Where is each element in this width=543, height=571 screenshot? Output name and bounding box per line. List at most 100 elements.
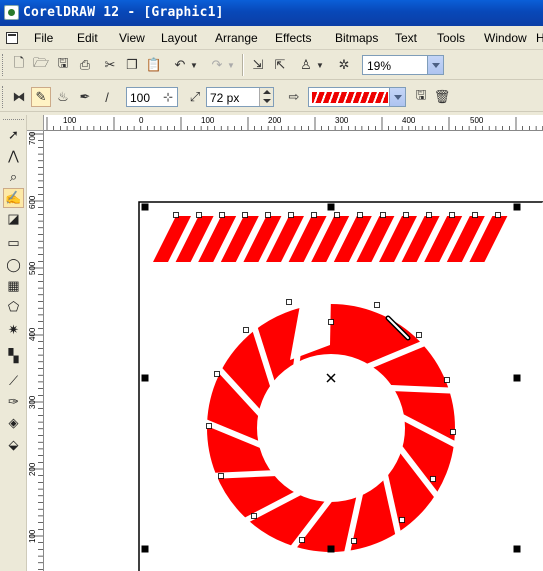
export-icon[interactable]: ⇱ xyxy=(270,55,290,75)
menu-file[interactable]: File xyxy=(34,31,53,45)
delete-stroke-icon[interactable]: 🗑 xyxy=(432,87,452,107)
cut-icon[interactable]: ✂ xyxy=(100,55,120,75)
ruler-label: 400 xyxy=(402,116,416,125)
rectangle-tool-icon[interactable]: ▭ xyxy=(3,233,24,253)
toolbox-grip[interactable] xyxy=(3,119,24,123)
path-node xyxy=(449,212,455,218)
redo-icon[interactable]: ↷ xyxy=(207,55,227,75)
selection-handle xyxy=(327,203,335,211)
ruler-label: 100 xyxy=(63,116,77,125)
selection-handle xyxy=(141,374,149,382)
save-icon[interactable]: 🖫 xyxy=(53,55,73,75)
interactive-fill-tool-icon[interactable]: ⬙ xyxy=(3,435,24,455)
preset-mode-icon[interactable]: ⧓ xyxy=(9,87,29,107)
save-stroke-icon[interactable]: 🖫 xyxy=(411,87,431,107)
menu-arrange[interactable]: Arrange xyxy=(215,31,258,45)
path-node xyxy=(242,212,248,218)
launcher-icon[interactable]: ♙ xyxy=(296,55,316,75)
rotation-center-marker[interactable] xyxy=(326,373,336,383)
title-bar: CorelDRAW 12 - [Graphic1] xyxy=(0,0,543,26)
ruler-label: 100 xyxy=(28,529,37,543)
launcher-dropdown-icon[interactable]: ▼ xyxy=(314,55,326,75)
calligraphic-mode-icon[interactable]: ✒ xyxy=(75,87,95,107)
ruler-label: 300 xyxy=(335,116,349,125)
menu-edit[interactable]: Edit xyxy=(77,31,98,45)
open-icon[interactable]: 🗁 xyxy=(31,55,51,75)
outline-tool-icon[interactable]: ✑ xyxy=(3,392,24,412)
document-icon[interactable] xyxy=(6,32,18,44)
path-node xyxy=(334,212,340,218)
pressure-mode-icon[interactable]: / xyxy=(97,87,117,107)
menu-bitmaps[interactable]: Bitmaps xyxy=(335,31,378,45)
stroke-width-field[interactable]: 72 px xyxy=(206,87,274,107)
ruler-label: 500 xyxy=(28,261,37,275)
basic-shapes-tool-icon[interactable]: ⬠ xyxy=(3,297,24,317)
path-node xyxy=(430,476,436,482)
undo-icon[interactable]: ↶ xyxy=(170,55,190,75)
brush-mode-icon[interactable]: ✎ xyxy=(31,87,51,107)
toolbar-grip[interactable] xyxy=(2,54,5,76)
standard-toolbar: 🗋 🗁 🖫 ⎙ ✂ ❐ 📋 ↶ ▼ ↷ ▼ ⇲ ⇱ ♙ ▼ ✲ 19% xyxy=(0,50,543,80)
path-node xyxy=(286,299,292,305)
graph-paper-tool-icon[interactable]: ▦ xyxy=(3,276,24,296)
ruler-origin[interactable] xyxy=(27,115,44,131)
copy-icon[interactable]: ❐ xyxy=(122,55,142,75)
ellipse-tool-icon[interactable]: ◯ xyxy=(3,255,24,275)
drawing-canvas[interactable] xyxy=(44,131,543,571)
browse-icon[interactable]: ⇨ xyxy=(284,87,304,107)
drawing-surface xyxy=(138,201,543,571)
stroke-width-icon[interactable]: ⤢ xyxy=(185,87,205,107)
smart-fill-tool-icon[interactable]: ◪ xyxy=(3,209,24,229)
zoom-tool-icon[interactable]: ⌕ xyxy=(3,167,24,187)
new-icon[interactable]: 🗋 xyxy=(9,55,29,75)
path-node xyxy=(328,319,334,325)
smoothness-slider-icon[interactable]: ⊹ xyxy=(160,88,176,106)
path-node xyxy=(265,212,271,218)
selection-handle xyxy=(141,545,149,553)
interactive-blend-tool-icon[interactable]: ▚ xyxy=(3,346,24,366)
stroke-width-spinner[interactable] xyxy=(259,88,273,106)
options-icon[interactable]: ✲ xyxy=(334,55,354,75)
zoom-level-select[interactable]: 19% xyxy=(362,55,444,75)
chevron-down-icon[interactable] xyxy=(389,88,405,106)
artistic-media-tool-icon[interactable]: ✍ xyxy=(3,188,24,208)
path-node xyxy=(219,212,225,218)
path-node xyxy=(218,473,224,479)
path-node xyxy=(450,429,456,435)
separator xyxy=(242,54,244,76)
chevron-down-icon[interactable] xyxy=(427,56,443,74)
brush-stroke-list[interactable] xyxy=(308,87,406,107)
fill-tool-icon[interactable]: ◈ xyxy=(3,413,24,433)
ruler-label: 0 xyxy=(139,116,144,125)
menu-view[interactable]: View xyxy=(119,31,145,45)
path-node xyxy=(206,423,212,429)
menu-effects[interactable]: Effects xyxy=(275,31,311,45)
menu-help[interactable]: H xyxy=(536,31,543,45)
vertical-ruler[interactable]: 700 600 500 400 300 200 100 xyxy=(27,131,44,571)
stripe-band[interactable] xyxy=(153,216,508,262)
path-node xyxy=(196,212,202,218)
shape-tool-icon[interactable]: ⋀ xyxy=(3,146,24,166)
smoothness-value: 100 xyxy=(130,91,151,105)
window-title: CorelDRAW 12 - [Graphic1] xyxy=(23,5,224,20)
print-icon[interactable]: ⎙ xyxy=(75,55,95,75)
undo-dropdown-icon[interactable]: ▼ xyxy=(188,55,200,75)
pick-tool-icon[interactable]: ➚ xyxy=(3,125,24,145)
toolbox: ➚ ⋀ ⌕ ✍ ◪ ▭ ◯ ▦ ⬠ ✷ ▚ ⟋ ✑ ◈ ⬙ xyxy=(0,115,27,571)
text-tool-icon[interactable]: ✷ xyxy=(3,320,24,340)
swirl-gap xyxy=(388,384,456,394)
menu-text[interactable]: Text xyxy=(395,31,417,45)
selection-handle xyxy=(327,545,335,553)
eyedropper-tool-icon[interactable]: ⟋ xyxy=(3,371,24,391)
sprayer-mode-icon[interactable]: ♨ xyxy=(53,87,73,107)
menu-layout[interactable]: Layout xyxy=(161,31,197,45)
paste-icon[interactable]: 📋 xyxy=(144,55,164,75)
horizontal-ruler[interactable]: 100 0 100 200 300 400 500 xyxy=(44,115,543,131)
redo-dropdown-icon[interactable]: ▼ xyxy=(225,55,237,75)
menu-tools[interactable]: Tools xyxy=(437,31,465,45)
coreldraw-app-icon[interactable] xyxy=(4,5,19,20)
ruler-label: 300 xyxy=(28,395,37,409)
toolbar-grip[interactable] xyxy=(2,86,5,108)
menu-window[interactable]: Window xyxy=(484,31,527,45)
import-icon[interactable]: ⇲ xyxy=(248,55,268,75)
